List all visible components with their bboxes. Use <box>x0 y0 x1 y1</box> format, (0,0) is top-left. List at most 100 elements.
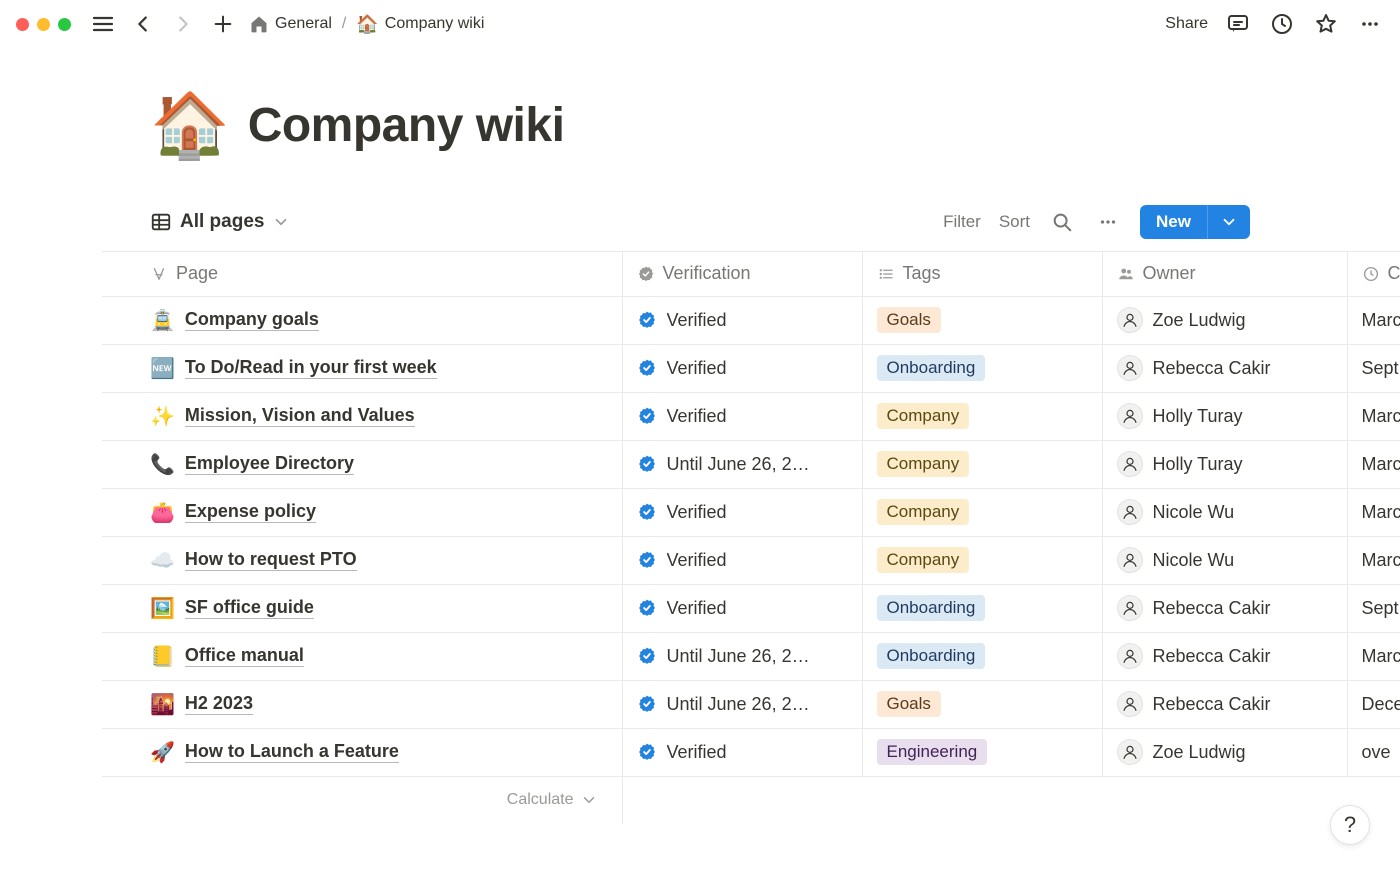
owner-cell[interactable]: Rebecca Cakir <box>1102 632 1347 680</box>
help-button[interactable]: ? <box>1330 805 1370 845</box>
more-button[interactable] <box>1356 10 1384 38</box>
page-cell[interactable]: ☁️ How to request PTO <box>102 536 622 584</box>
row-title[interactable]: Mission, Vision and Values <box>185 405 415 427</box>
window-close-button[interactable] <box>16 18 29 31</box>
row-title[interactable]: How to request PTO <box>185 549 357 571</box>
sidebar-toggle-button[interactable] <box>89 10 117 38</box>
created-cell[interactable]: Dece <box>1347 680 1400 728</box>
new-tab-button[interactable] <box>209 10 237 38</box>
tags-cell[interactable]: Company <box>862 536 1102 584</box>
tags-cell[interactable]: Onboarding <box>862 584 1102 632</box>
page-cell[interactable]: 🚀 How to Launch a Feature <box>102 728 622 776</box>
owner-cell[interactable]: Zoe Ludwig <box>1102 728 1347 776</box>
tags-cell[interactable]: Company <box>862 440 1102 488</box>
tags-cell[interactable]: Company <box>862 392 1102 440</box>
created-cell[interactable]: Marc <box>1347 440 1400 488</box>
column-header-verification[interactable]: Verification <box>622 252 862 296</box>
page-cell[interactable]: 📒 Office manual <box>102 632 622 680</box>
owner-cell[interactable]: Nicole Wu <box>1102 536 1347 584</box>
nav-forward-button[interactable] <box>169 10 197 38</box>
created-cell[interactable]: Marc <box>1347 296 1400 344</box>
tags-cell[interactable]: Engineering <box>862 728 1102 776</box>
owner-cell[interactable]: Holly Turay <box>1102 392 1347 440</box>
table-row[interactable]: 🌇 H2 2023 Until June 26, 2… Goals Rebecc… <box>102 680 1400 728</box>
view-options-button[interactable] <box>1094 208 1122 236</box>
page-cell[interactable]: 👛 Expense policy <box>102 488 622 536</box>
favorite-button[interactable] <box>1312 10 1340 38</box>
owner-cell[interactable]: Rebecca Cakir <box>1102 680 1347 728</box>
updates-button[interactable] <box>1268 10 1296 38</box>
table-row[interactable]: 🚀 How to Launch a Feature Verified Engin… <box>102 728 1400 776</box>
created-cell[interactable]: ove <box>1347 728 1400 776</box>
created-cell[interactable]: Sept <box>1347 344 1400 392</box>
new-button[interactable]: New <box>1140 205 1207 239</box>
row-title[interactable]: How to Launch a Feature <box>185 741 399 763</box>
created-cell[interactable]: Marc <box>1347 488 1400 536</box>
row-title[interactable]: To Do/Read in your first week <box>185 357 437 379</box>
column-header-tags[interactable]: Tags <box>862 252 1102 296</box>
view-selector[interactable]: All pages <box>150 211 290 233</box>
breadcrumb-parent[interactable]: General <box>249 14 332 34</box>
page-cell[interactable]: 🚊 Company goals <box>102 296 622 344</box>
table-row[interactable]: 👛 Expense policy Verified Company Nicole… <box>102 488 1400 536</box>
breadcrumb-current[interactable]: 🏠 Company wiki <box>356 14 484 35</box>
page-cell[interactable]: 📞 Employee Directory <box>102 440 622 488</box>
tags-cell[interactable]: Goals <box>862 680 1102 728</box>
row-title[interactable]: Company goals <box>185 309 319 331</box>
row-title[interactable]: Office manual <box>185 645 304 667</box>
page-cell[interactable]: 🆕 To Do/Read in your first week <box>102 344 622 392</box>
owner-cell[interactable]: Rebecca Cakir <box>1102 584 1347 632</box>
sort-button[interactable]: Sort <box>999 212 1030 232</box>
column-header-created[interactable]: C <box>1347 252 1400 296</box>
search-button[interactable] <box>1048 208 1076 236</box>
tags-cell[interactable]: Onboarding <box>862 632 1102 680</box>
owner-cell[interactable]: Nicole Wu <box>1102 488 1347 536</box>
table-row[interactable]: 📞 Employee Directory Until June 26, 2… C… <box>102 440 1400 488</box>
verification-cell[interactable]: Verified <box>622 488 862 536</box>
created-cell[interactable]: Marc <box>1347 536 1400 584</box>
tags-cell[interactable]: Goals <box>862 296 1102 344</box>
share-button[interactable]: Share <box>1165 15 1208 33</box>
page-cell[interactable]: ✨ Mission, Vision and Values <box>102 392 622 440</box>
page-cell[interactable]: 🌇 H2 2023 <box>102 680 622 728</box>
filter-button[interactable]: Filter <box>943 212 981 232</box>
verification-cell[interactable]: Verified <box>622 296 862 344</box>
comments-button[interactable] <box>1224 10 1252 38</box>
table-row[interactable]: 🆕 To Do/Read in your first week Verified… <box>102 344 1400 392</box>
verification-cell[interactable]: Verified <box>622 344 862 392</box>
row-title[interactable]: Employee Directory <box>185 453 354 475</box>
table-row[interactable]: 📒 Office manual Until June 26, 2… Onboar… <box>102 632 1400 680</box>
row-title[interactable]: SF office guide <box>185 597 314 619</box>
owner-cell[interactable]: Rebecca Cakir <box>1102 344 1347 392</box>
verification-cell[interactable]: Verified <box>622 728 862 776</box>
row-title[interactable]: H2 2023 <box>185 693 253 715</box>
created-cell[interactable]: Sept <box>1347 584 1400 632</box>
tags-cell[interactable]: Company <box>862 488 1102 536</box>
verification-cell[interactable]: Until June 26, 2… <box>622 632 862 680</box>
owner-cell[interactable]: Holly Turay <box>1102 440 1347 488</box>
new-dropdown-button[interactable] <box>1207 205 1250 239</box>
verification-cell[interactable]: Until June 26, 2… <box>622 440 862 488</box>
window-minimize-button[interactable] <box>37 18 50 31</box>
page-title[interactable]: Company wiki <box>248 98 565 153</box>
verification-cell[interactable]: Verified <box>622 392 862 440</box>
page-cell[interactable]: 🖼️ SF office guide <box>102 584 622 632</box>
window-maximize-button[interactable] <box>58 18 71 31</box>
page-emoji-icon[interactable]: 🏠 <box>150 88 230 163</box>
column-header-owner[interactable]: Owner <box>1102 252 1347 296</box>
table-row[interactable]: ✨ Mission, Vision and Values Verified Co… <box>102 392 1400 440</box>
created-cell[interactable]: Marc <box>1347 392 1400 440</box>
table-row[interactable]: ☁️ How to request PTO Verified Company N… <box>102 536 1400 584</box>
verification-cell[interactable]: Verified <box>622 584 862 632</box>
row-title[interactable]: Expense policy <box>185 501 316 523</box>
nav-back-button[interactable] <box>129 10 157 38</box>
tags-cell[interactable]: Onboarding <box>862 344 1102 392</box>
verification-cell[interactable]: Verified <box>622 536 862 584</box>
calculate-cell[interactable]: Calculate <box>102 776 622 824</box>
table-row[interactable]: 🚊 Company goals Verified Goals Zoe Ludwi… <box>102 296 1400 344</box>
owner-cell[interactable]: Zoe Ludwig <box>1102 296 1347 344</box>
table-row[interactable]: 🖼️ SF office guide Verified Onboarding R… <box>102 584 1400 632</box>
verification-cell[interactable]: Until June 26, 2… <box>622 680 862 728</box>
column-header-page[interactable]: Page <box>102 252 622 296</box>
created-cell[interactable]: Marc <box>1347 632 1400 680</box>
